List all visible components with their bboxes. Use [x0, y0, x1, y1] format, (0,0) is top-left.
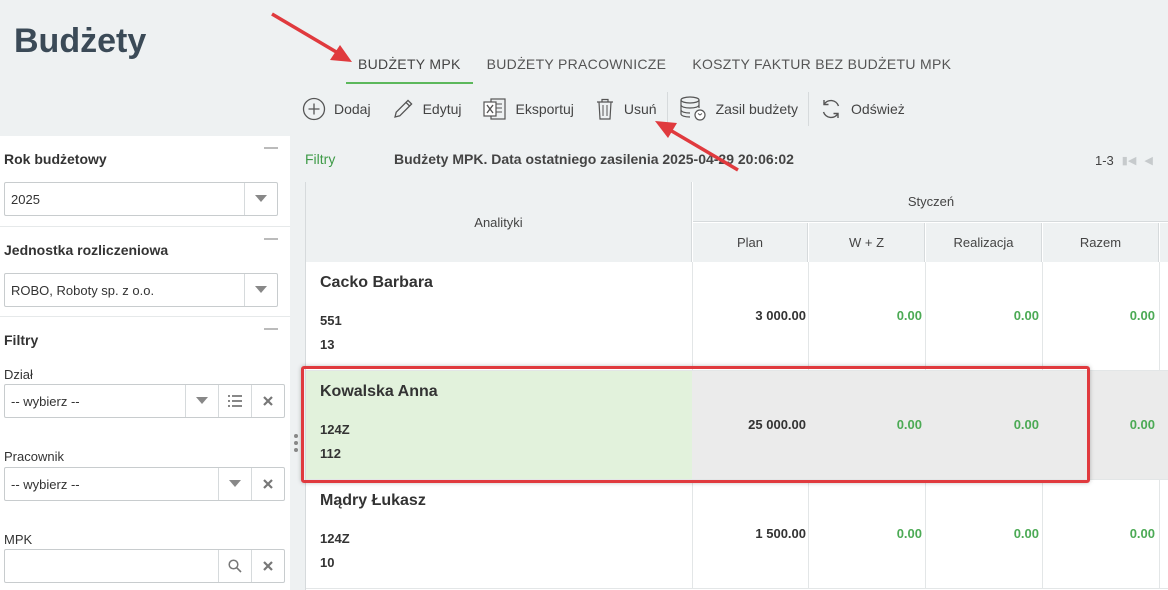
header-plan[interactable]: Plan	[693, 223, 808, 262]
fund-budgets-label: Zasil budżety	[715, 101, 799, 117]
fund-budgets-button[interactable]: Zasil budżety	[668, 90, 808, 128]
excel-icon	[482, 98, 506, 120]
edit-button[interactable]: Edytuj	[381, 90, 472, 128]
column-divider	[1159, 480, 1160, 589]
pager-range: 1-3	[1095, 153, 1114, 168]
clear-icon[interactable]	[251, 550, 284, 582]
row-name: Cacko Barbara	[320, 274, 433, 291]
row-wz: 0.00	[896, 526, 922, 541]
tab-budzety-pracownicze[interactable]: BUDŻETY PRACOWNICZE	[475, 50, 679, 84]
column-divider	[1042, 480, 1043, 589]
collapse-filters-icon[interactable]	[264, 328, 278, 330]
dept-value: -- wybierz --	[11, 394, 80, 409]
divider	[0, 226, 290, 227]
table-row[interactable]: Cacko Barbara 551 13 3 000.00 0.00 0.00 …	[306, 262, 1168, 371]
row-total: 0.00	[1129, 308, 1155, 323]
header-month[interactable]: Styczeń	[693, 182, 1168, 222]
dept-label: Dział	[4, 367, 33, 382]
resize-handle-icon[interactable]	[294, 434, 300, 456]
row-total: 0.00	[1129, 526, 1155, 541]
employee-value: -- wybierz --	[11, 477, 80, 492]
year-value: 2025	[11, 192, 40, 207]
row-realization: 0.00	[1013, 526, 1039, 541]
chevron-down-icon[interactable]	[244, 183, 277, 215]
header-total[interactable]: Razem	[1043, 223, 1159, 262]
dept-select[interactable]: -- wybierz --	[4, 384, 285, 418]
mpk-label: MPK	[4, 532, 33, 547]
pencil-icon	[393, 99, 413, 118]
column-divider	[808, 262, 809, 371]
employee-select[interactable]: -- wybierz --	[4, 467, 285, 501]
header-next-column	[1160, 223, 1168, 262]
column-divider	[925, 480, 926, 589]
trash-icon	[596, 98, 613, 120]
unit-select[interactable]: ROBO, Roboty sp. z o.o.	[4, 273, 278, 307]
annotation-highlight-box	[301, 366, 1090, 483]
page-title: Budżety	[14, 22, 147, 60]
filters-label: Filtry	[4, 332, 39, 348]
mpk-input[interactable]	[4, 549, 285, 583]
unit-value: ROBO, Roboty sp. z o.o.	[11, 283, 155, 298]
chevron-down-icon[interactable]	[244, 274, 277, 306]
filters-link[interactable]: Filtry	[305, 151, 335, 167]
mpk-value	[5, 550, 218, 582]
divider	[0, 316, 290, 317]
pager: 1-3 ▮◀ ◀	[1095, 153, 1153, 168]
column-divider	[925, 262, 926, 371]
tab-bar: BUDŻETY MPK BUDŻETY PRACOWNICZE KOSZTY F…	[346, 50, 963, 84]
export-button[interactable]: Eksportuj	[472, 90, 584, 128]
tab-budzety-mpk[interactable]: BUDŻETY MPK	[346, 50, 473, 84]
employee-label: Pracownik	[4, 449, 64, 464]
collapse-year-icon[interactable]	[264, 147, 278, 149]
prev-page-icon[interactable]: ◀	[1144, 154, 1152, 167]
toolbar: Dodaj Edytuj Eksportuj Usuń Zasil budżet…	[292, 90, 915, 128]
export-button-label: Eksportuj	[515, 101, 574, 117]
clear-icon[interactable]	[251, 385, 284, 417]
refresh-button-label: Odśwież	[851, 101, 905, 117]
tab-koszty-faktur[interactable]: KOSZTY FAKTUR BEZ BUDŻETU MPK	[680, 50, 963, 84]
annotation-arrow-tab	[271, 12, 352, 62]
header-analytics[interactable]: Analityki	[306, 182, 692, 262]
row-code-2: 13	[320, 337, 335, 352]
row-name: Mądry Łukasz	[320, 492, 426, 509]
edit-button-label: Edytuj	[422, 101, 462, 117]
row-plan: 3 000.00	[755, 308, 806, 323]
refresh-icon	[822, 99, 840, 119]
list-icon[interactable]	[218, 385, 251, 417]
row-realization: 0.00	[1013, 308, 1039, 323]
header-wz[interactable]: W + Z	[809, 223, 925, 262]
column-divider	[1042, 262, 1043, 371]
delete-button-label: Usuń	[623, 101, 657, 117]
header-realization[interactable]: Realizacja	[926, 223, 1042, 262]
filter-sidebar: Rok budżetowy 2025 Jednostka rozliczenio…	[0, 136, 290, 590]
column-divider	[808, 480, 809, 589]
row-code-1: 124Z	[320, 531, 350, 546]
collapse-unit-icon[interactable]	[264, 238, 278, 240]
add-button[interactable]: Dodaj	[292, 90, 381, 128]
clear-icon[interactable]	[251, 468, 284, 500]
database-refresh-icon	[679, 96, 706, 121]
year-select[interactable]: 2025	[4, 182, 278, 216]
row-code-1: 551	[320, 313, 342, 328]
unit-label: Jednostka rozliczeniowa	[4, 242, 169, 258]
refresh-button[interactable]: Odśwież	[809, 90, 915, 128]
row-code-2: 10	[320, 555, 335, 570]
search-icon[interactable]	[218, 550, 251, 582]
delete-button[interactable]: Usuń	[584, 90, 667, 128]
grid-caption: Budżety MPK. Data ostatniego zasilenia 2…	[394, 151, 794, 167]
first-page-icon[interactable]: ▮◀	[1122, 154, 1137, 167]
chevron-down-icon[interactable]	[218, 468, 251, 500]
column-divider	[1159, 262, 1160, 371]
table-row[interactable]: Mądry Łukasz 124Z 10 1 500.00 0.00 0.00 …	[306, 480, 1168, 589]
add-button-label: Dodaj	[334, 101, 371, 117]
chevron-down-icon[interactable]	[185, 385, 218, 417]
plus-circle-icon	[302, 97, 326, 121]
row-plan: 1 500.00	[755, 526, 806, 541]
row-wz: 0.00	[896, 308, 922, 323]
year-label: Rok budżetowy	[4, 151, 107, 167]
